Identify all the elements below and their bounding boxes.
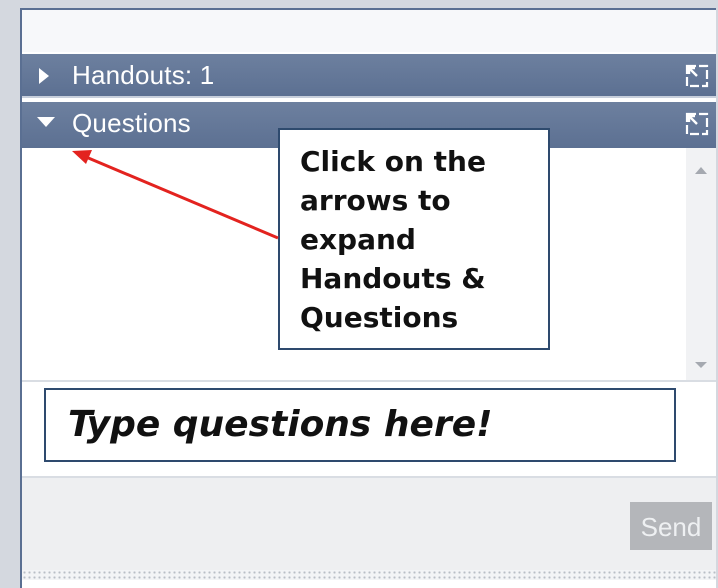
instruction-callout: Click on the arrows to expand Handouts &…	[278, 128, 550, 350]
question-input-area: Type questions here!	[22, 382, 716, 478]
scrollbar[interactable]	[686, 148, 716, 380]
send-button[interactable]: Send	[630, 502, 712, 550]
handouts-header[interactable]: Handouts: 1	[22, 54, 716, 98]
questions-label: Questions	[72, 108, 191, 138]
scroll-up-icon[interactable]	[686, 156, 716, 186]
triangle-down-icon[interactable]	[36, 102, 56, 146]
triangle-right-icon[interactable]	[36, 54, 56, 98]
scroll-down-icon[interactable]	[686, 348, 716, 378]
question-input-placeholder: Type questions here!	[68, 404, 493, 445]
question-input[interactable]: Type questions here!	[44, 388, 676, 462]
callout-text: Click on the arrows to expand Handouts &…	[300, 145, 486, 334]
panel-bottom-edge	[22, 570, 716, 580]
send-bar: Send	[22, 478, 716, 580]
popout-icon[interactable]	[684, 63, 710, 89]
popout-icon[interactable]	[684, 111, 710, 137]
handouts-label: Handouts: 1	[72, 60, 215, 90]
window-frame: Handouts: 1 Questions Type questions her…	[0, 0, 718, 588]
panel-top-space	[22, 10, 716, 52]
